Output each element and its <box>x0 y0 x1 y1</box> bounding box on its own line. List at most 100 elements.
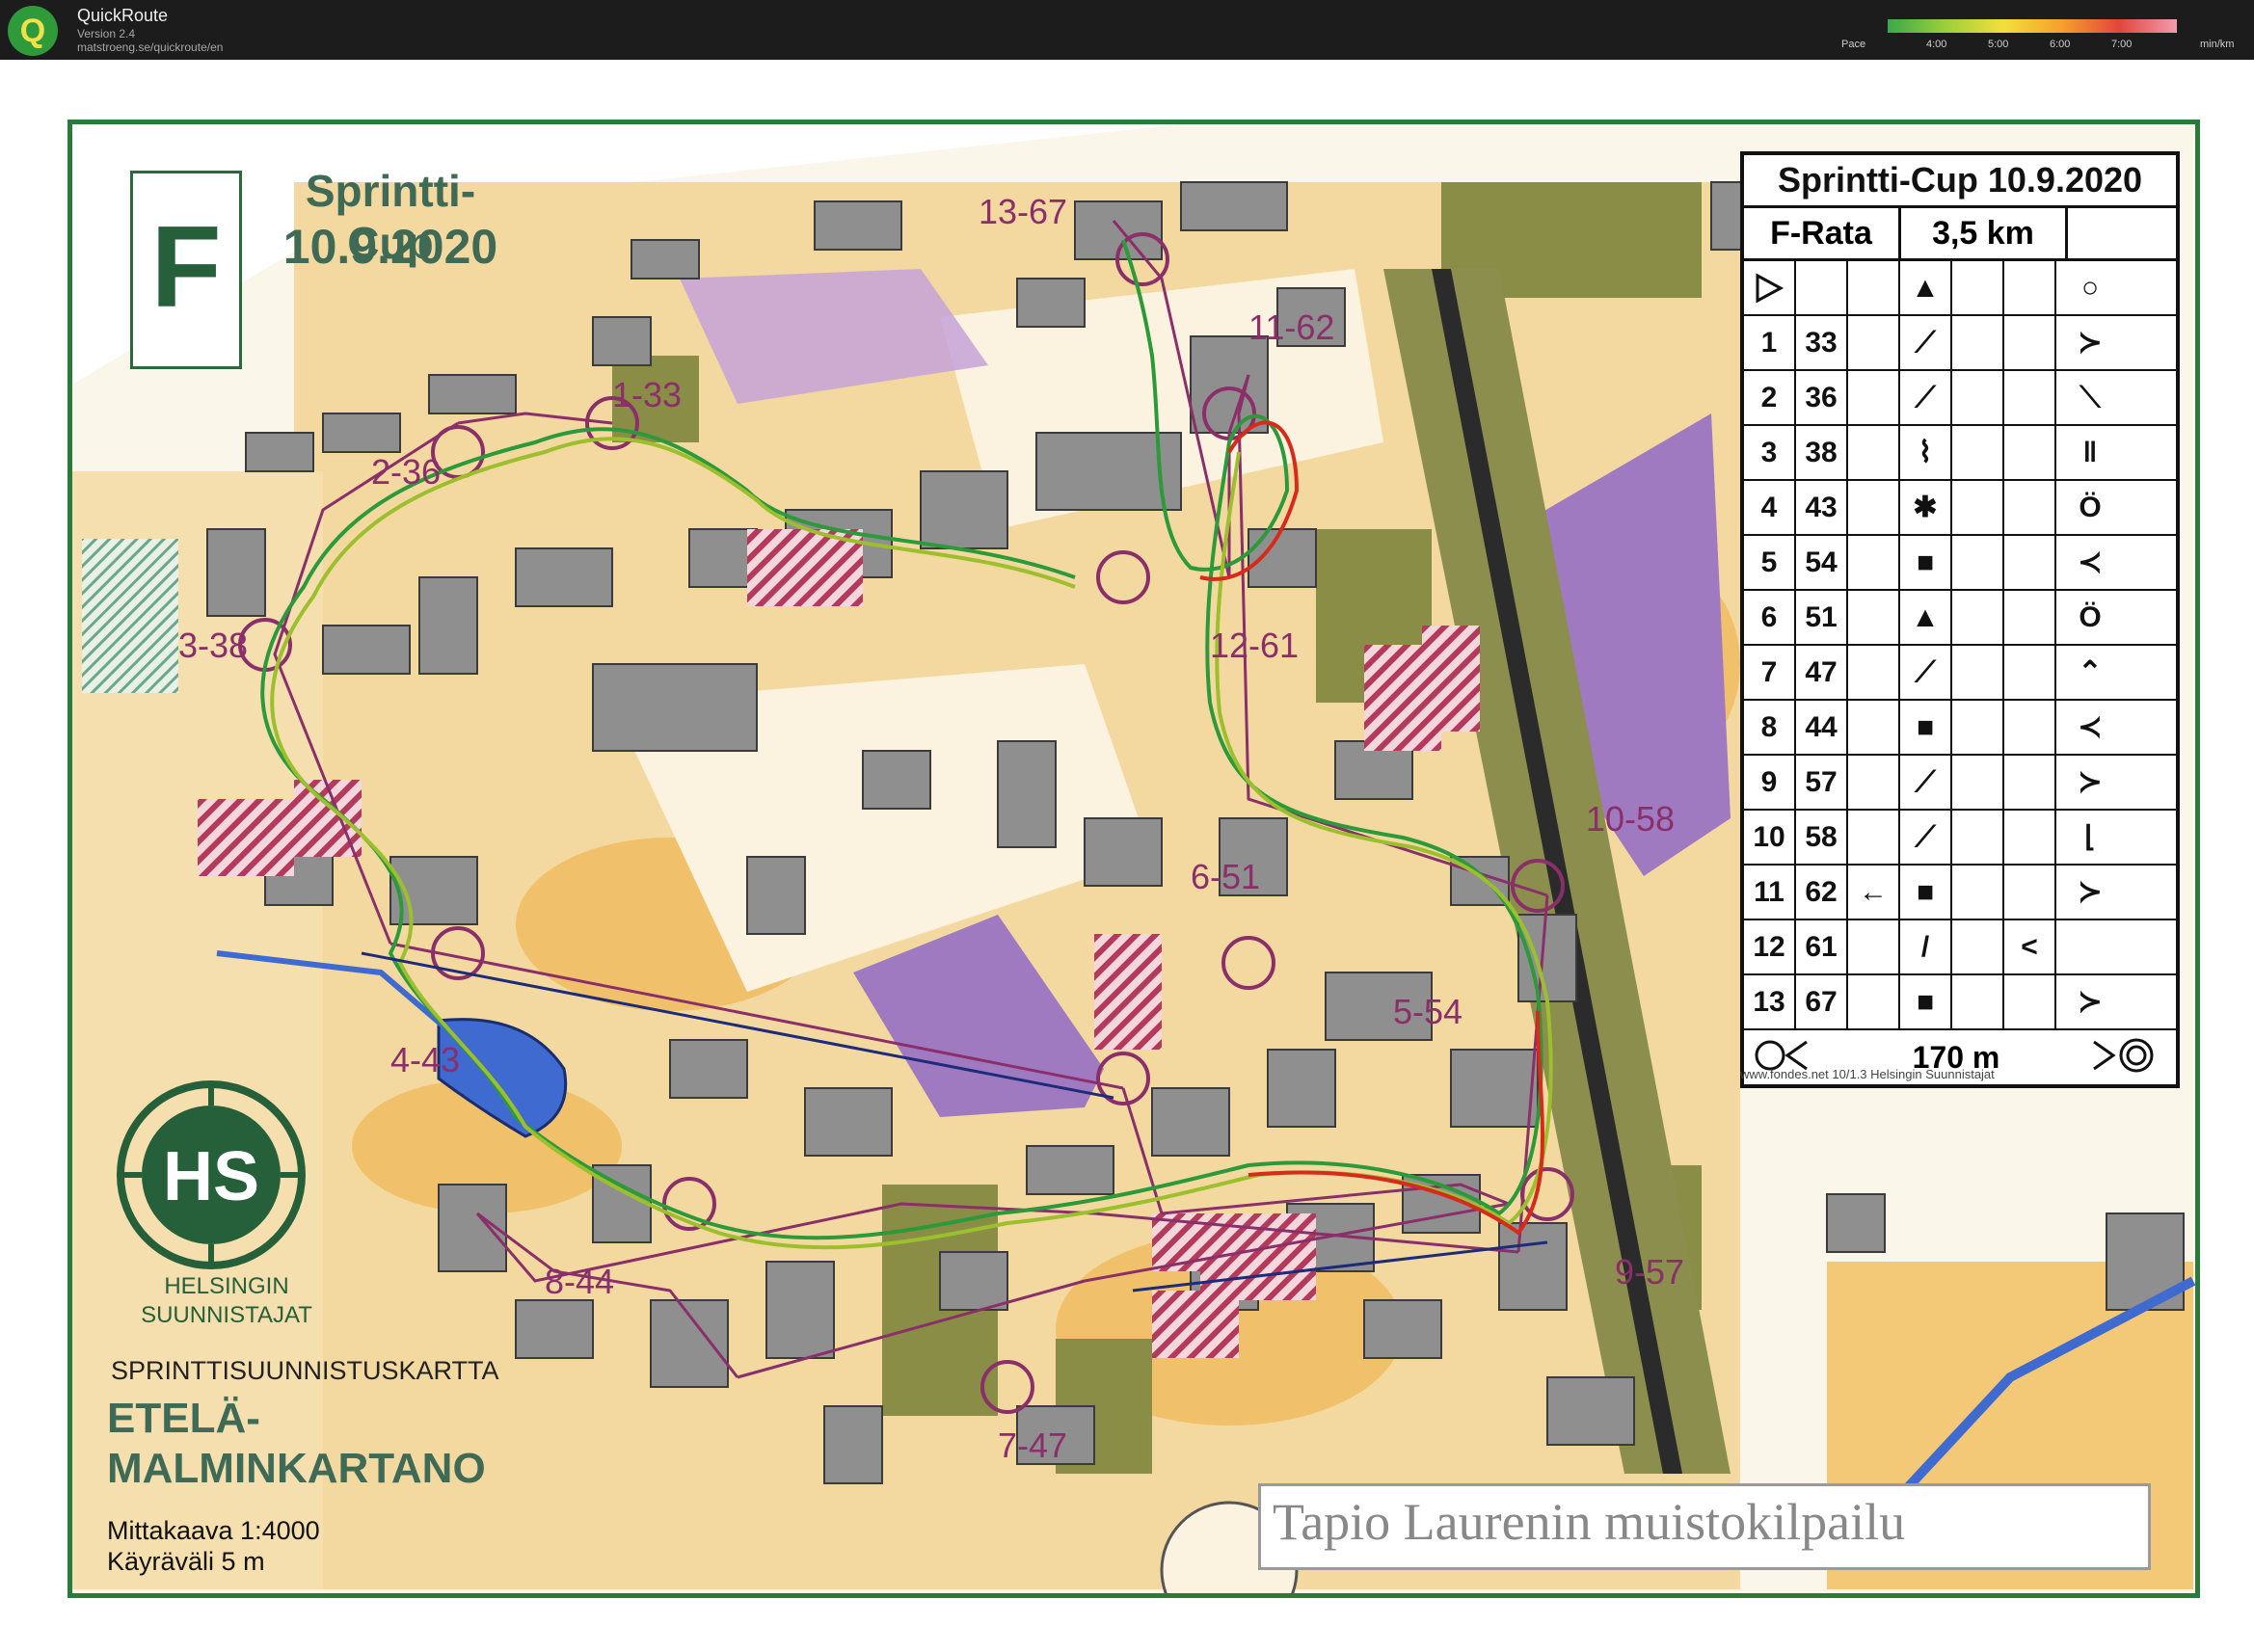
control-card-row: 7 47 ⟋ ⌃ <box>1744 646 2176 701</box>
control-label: 12-61 <box>1210 626 1300 665</box>
control-card-code: 61 <box>1796 920 1848 973</box>
quickroute-logo-icon: Q <box>8 6 58 56</box>
forbidden-area <box>1094 934 1162 1050</box>
control-label: 8-44 <box>545 1262 615 1301</box>
control-card-location: ≻ <box>2078 766 2103 798</box>
control-card-num: 7 <box>1744 646 1796 699</box>
control-label: 4-43 <box>390 1040 461 1079</box>
control-card-num: 4 <box>1744 481 1796 534</box>
control-label: 10-58 <box>1586 799 1676 839</box>
control-card-row: 13 67 ■ ≻ <box>1744 975 2176 1030</box>
control-card-dir <box>1848 920 1900 973</box>
logo-letter: Q <box>19 13 46 49</box>
control-card-detail <box>1952 481 2004 534</box>
control-card-dir <box>1848 261 1900 314</box>
area-name: MALMINKARTANO <box>107 1445 486 1492</box>
contour-interval: Käyräväli 5 m <box>107 1547 265 1576</box>
control-card-code: 58 <box>1796 811 1848 864</box>
control-card-code: 36 <box>1796 371 1848 424</box>
finish-symbol-icon <box>2081 1036 2168 1079</box>
pace-tick: 4:00 <box>1926 39 1947 50</box>
app-title-bar: Q QuickRoute Version 2.4 matstroeng.se/q… <box>0 0 2254 60</box>
control-card-location: ‖ <box>2082 436 2098 468</box>
control-card-extra <box>2004 756 2056 809</box>
pace-tick: 6:00 <box>2050 39 2071 50</box>
control-card-row: 6 51 ▲ Ö <box>1744 591 2176 646</box>
control-card-location: ⟍ <box>2080 381 2101 413</box>
forbidden-area <box>1152 1291 1239 1358</box>
control-card-detail <box>1952 920 2004 973</box>
control-card-dir <box>1848 426 1900 479</box>
app-name: QuickRoute <box>77 6 169 25</box>
control-label: 11-62 <box>1248 307 1335 347</box>
control-card-detail <box>1952 371 2004 424</box>
control-card-row: 5 54 ■ ≺ <box>1744 536 2176 591</box>
control-card-feature: ⟋ <box>1900 316 1952 369</box>
control-card-num: 8 <box>1744 701 1796 754</box>
control-card-dir <box>1848 481 1900 534</box>
control-card-num: 2 <box>1744 371 1796 424</box>
control-label: 13-67 <box>979 192 1068 231</box>
control-card-extra <box>2004 975 2056 1028</box>
control-card-extra <box>2004 426 2056 479</box>
control-label: 7-47 <box>998 1426 1068 1465</box>
control-card-feature: ⟋ <box>1900 371 1952 424</box>
orienteering-map[interactable]: F Sprintti-Cup 10.9.2020 1-33 2-36 3-38 … <box>67 120 2200 1598</box>
control-card-extra <box>2004 646 2056 699</box>
control-card-extra: < <box>2004 920 2056 973</box>
control-card-row: 8 44 ■ ≺ <box>1744 701 2176 756</box>
pace-label: Pace <box>1841 39 1866 50</box>
control-card-dir: ← <box>1848 866 1900 919</box>
control-card-code: 54 <box>1796 536 1848 589</box>
control-card-num: 5 <box>1744 536 1796 589</box>
event-date: 10.9.2020 <box>282 220 498 274</box>
club-name: SUUNNISTAJAT <box>141 1302 312 1328</box>
control-card-code: 57 <box>1796 756 1848 809</box>
control-card-dir <box>1848 371 1900 424</box>
control-card-code: 33 <box>1796 316 1848 369</box>
control-card-detail <box>1952 536 2004 589</box>
control-card-feature: ■ <box>1900 866 1952 919</box>
control-card-code: 67 <box>1796 975 1848 1028</box>
control-card-feature: ▲ <box>1900 591 1952 644</box>
control-card-detail <box>1952 811 2004 864</box>
control-card-extra <box>2004 811 2056 864</box>
control-card-location: ⌊ <box>2084 821 2096 853</box>
control-card-num: 6 <box>1744 591 1796 644</box>
control-card-num: 12 <box>1744 920 1796 973</box>
control-card-location: ≻ <box>2078 986 2103 1018</box>
control-card-feature: ■ <box>1900 701 1952 754</box>
club-logo-text: HS <box>163 1138 259 1215</box>
control-card-dir <box>1848 975 1900 1028</box>
control-card-num: 10 <box>1744 811 1796 864</box>
control-card-feature: ⟋ <box>1900 756 1952 809</box>
control-card-code: 47 <box>1796 646 1848 699</box>
app-url[interactable]: matstroeng.se/quickroute/en <box>77 40 223 54</box>
control-card-title: Sprintti-Cup 10.9.2020 <box>1744 155 2176 208</box>
course-length: 3,5 km <box>1901 208 2068 258</box>
course-letter: F <box>150 202 222 332</box>
control-card-row: 9 57 ⟋ ≻ <box>1744 756 2176 811</box>
control-card-code <box>1796 261 1848 314</box>
control-card-feature: ■ <box>1900 975 1952 1028</box>
control-card-row: 11 62 ← ■ ≻ <box>1744 866 2176 920</box>
control-card-feature: ✱ <box>1900 481 1952 534</box>
course-name: F-Rata <box>1744 208 1901 258</box>
undergrowth-area <box>82 539 178 693</box>
control-card-dir <box>1848 591 1900 644</box>
control-card-feature: ⟋ <box>1900 811 1952 864</box>
control-card-extra <box>2004 701 2056 754</box>
control-card-code: 44 <box>1796 701 1848 754</box>
memorial-banner: Tapio Laurenin muistokilpailu <box>1258 1483 2151 1570</box>
control-label: 3-38 <box>178 626 249 665</box>
control-card-detail <box>1952 975 2004 1028</box>
map-scale: Mittakaava 1:4000 <box>107 1516 320 1545</box>
club-logo: HS <box>117 1080 306 1269</box>
control-card-detail <box>1952 756 2004 809</box>
pace-color-scale <box>1888 19 2177 33</box>
control-card-detail <box>1952 261 2004 314</box>
control-card-location <box>2056 920 2124 973</box>
control-card-num: 3 <box>1744 426 1796 479</box>
control-card-row: 2 36 ⟋ ⟍ <box>1744 371 2176 426</box>
control-card-num: 11 <box>1744 866 1796 919</box>
